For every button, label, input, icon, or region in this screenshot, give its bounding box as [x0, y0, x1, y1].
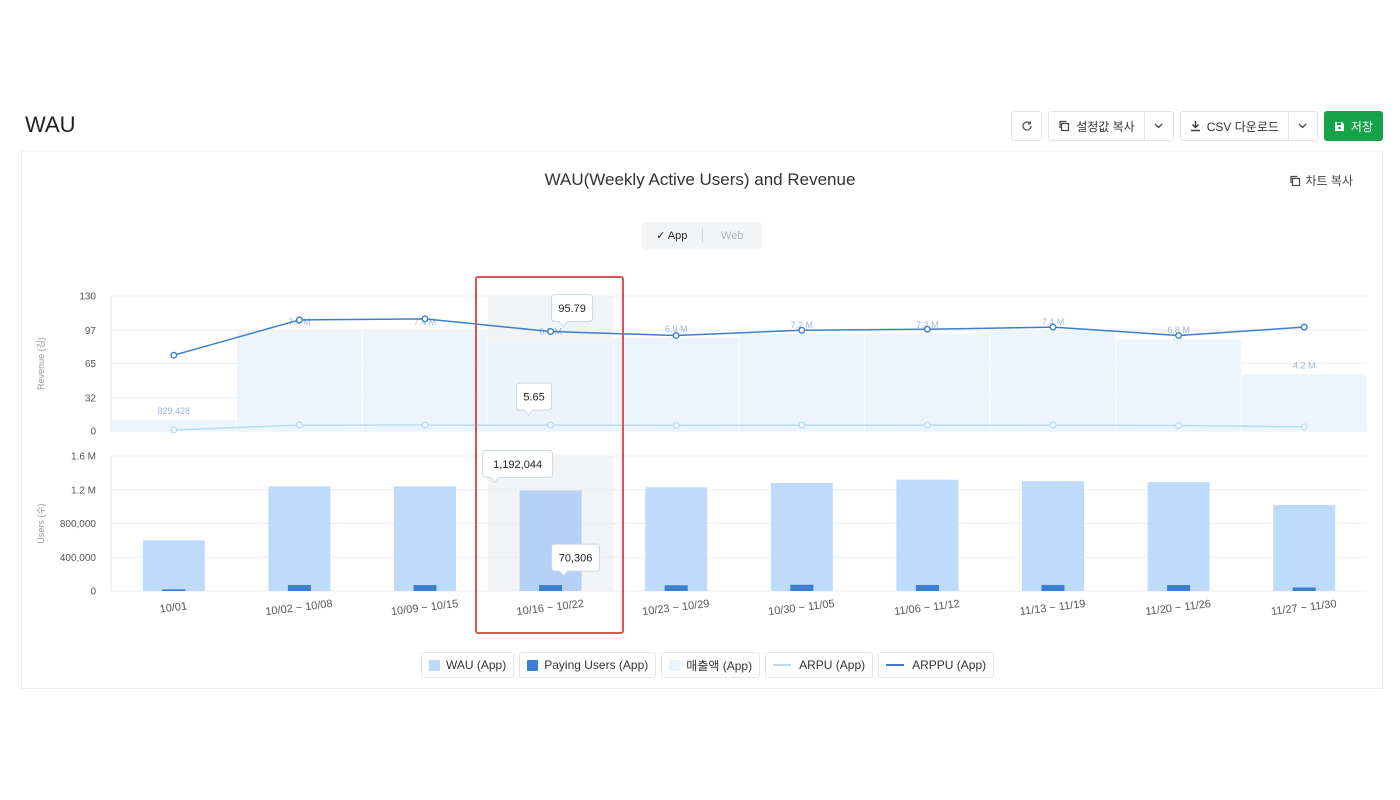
arpu-point	[421, 421, 429, 429]
revenue-bar	[990, 331, 1116, 431]
legend-item[interactable]: WAU (App)	[421, 652, 515, 678]
chart-legend: WAU (App) Paying Users (App) 매출액 (App) ARPU…	[421, 652, 995, 678]
x-tick-label: 10/23 ~ 10/29	[642, 598, 711, 618]
arpu-point	[672, 421, 680, 429]
arpu-point	[798, 421, 806, 429]
y-tick-lower: 0	[90, 587, 96, 598]
revenue-bar	[1241, 374, 1367, 431]
arppu-point	[1300, 323, 1308, 331]
paying-users-bar	[413, 585, 437, 591]
paying-users-bar	[790, 584, 814, 591]
legend-item[interactable]: 매출액 (App)	[661, 652, 761, 678]
y-axis-label-lower: Users (수)	[36, 503, 46, 543]
arpu-point	[1300, 423, 1308, 431]
y-tick-upper: 130	[79, 292, 96, 303]
legend-swatch	[669, 659, 681, 671]
legend-swatch	[429, 659, 440, 671]
x-tick-label: 10/30 ~ 11/05	[768, 598, 836, 618]
wau-revenue-chart: 0 32 65 97 130 0 400,000 800,000 1.2 M 1.6 M Reven…	[35, 292, 1367, 618]
y-tick-lower: 400,000	[60, 553, 97, 564]
revenue-label: 4.2 M	[1293, 360, 1316, 370]
y-tick-upper: 32	[85, 393, 97, 404]
wau-bar	[142, 540, 205, 591]
legend-swatch	[527, 659, 539, 671]
arpu-point	[1049, 421, 1057, 429]
y-tick-lower: 1.6 M	[71, 452, 96, 463]
arpu-point	[923, 421, 931, 429]
legend-label: ARPU (App)	[799, 658, 866, 672]
legend-label: WAU (App)	[446, 658, 507, 672]
revenue-bar	[362, 331, 488, 431]
revenue-bar	[1116, 339, 1241, 431]
arppu-point	[1049, 323, 1057, 331]
arpu-point	[1175, 421, 1183, 429]
arppu-point	[672, 331, 680, 339]
arpu-point	[170, 426, 178, 434]
legend-label: 매출액 (App)	[686, 658, 753, 673]
legend-swatch	[773, 664, 792, 666]
x-tick-label: 10/02 ~ 10/08	[265, 598, 334, 618]
wau-bar	[394, 486, 456, 591]
paying-users-bar	[1292, 587, 1316, 591]
x-tick-label: 11/27 ~ 11/30	[1270, 598, 1337, 618]
legend-label: ARPPU (App)	[912, 658, 987, 672]
arppu-point	[1175, 331, 1183, 339]
revenue-bar	[865, 333, 990, 431]
y-tick-upper: 97	[85, 326, 97, 337]
revenue-bar	[739, 333, 865, 431]
revenue-bar	[237, 331, 362, 431]
legend-label: Paying Users (App)	[544, 658, 649, 672]
paying-users-bar	[1167, 585, 1191, 591]
wau-bar	[770, 483, 833, 591]
wau-bar	[1022, 481, 1084, 591]
highlight-box	[475, 276, 624, 634]
legend-item[interactable]: ARPU (App)	[765, 652, 874, 678]
revenue-bar	[613, 337, 739, 431]
x-tick-label: 10/01	[159, 600, 188, 615]
x-tick-label: 10/09 ~ 10/15	[390, 598, 459, 618]
paying-users-bar	[664, 585, 688, 591]
arppu-point	[295, 316, 303, 324]
paying-users-bar	[915, 584, 939, 591]
arppu-point	[923, 325, 931, 333]
wau-bar	[896, 479, 959, 591]
paying-users-bar	[287, 584, 311, 591]
x-tick-label: 11/20 ~ 11/26	[1145, 598, 1212, 618]
y-tick-upper: 65	[85, 359, 97, 370]
y-axis-label-upper: Revenue (김)	[35, 337, 46, 390]
wau-bar	[645, 487, 708, 591]
arppu-point	[170, 351, 178, 359]
arpu-point	[295, 421, 303, 429]
legend-swatch	[886, 664, 905, 666]
legend-item[interactable]: ARPPU (App)	[878, 652, 995, 678]
arppu-point	[421, 315, 429, 323]
x-tick-label: 11/06 ~ 11/12	[894, 598, 961, 618]
revenue-label: 829,428	[158, 406, 191, 416]
paying-users-bar	[1041, 584, 1065, 591]
y-tick-upper: 0	[90, 427, 96, 438]
arppu-point	[798, 326, 806, 334]
x-tick-label: 11/13 ~ 11/19	[1019, 598, 1086, 618]
wau-bar	[268, 486, 331, 591]
wau-bar	[1273, 504, 1336, 591]
y-tick-lower: 800,000	[60, 519, 97, 530]
paying-users-bar	[162, 589, 186, 591]
wau-bar	[1147, 482, 1210, 591]
legend-item[interactable]: Paying Users (App)	[519, 652, 657, 678]
y-tick-lower: 1.2 M	[71, 485, 96, 496]
